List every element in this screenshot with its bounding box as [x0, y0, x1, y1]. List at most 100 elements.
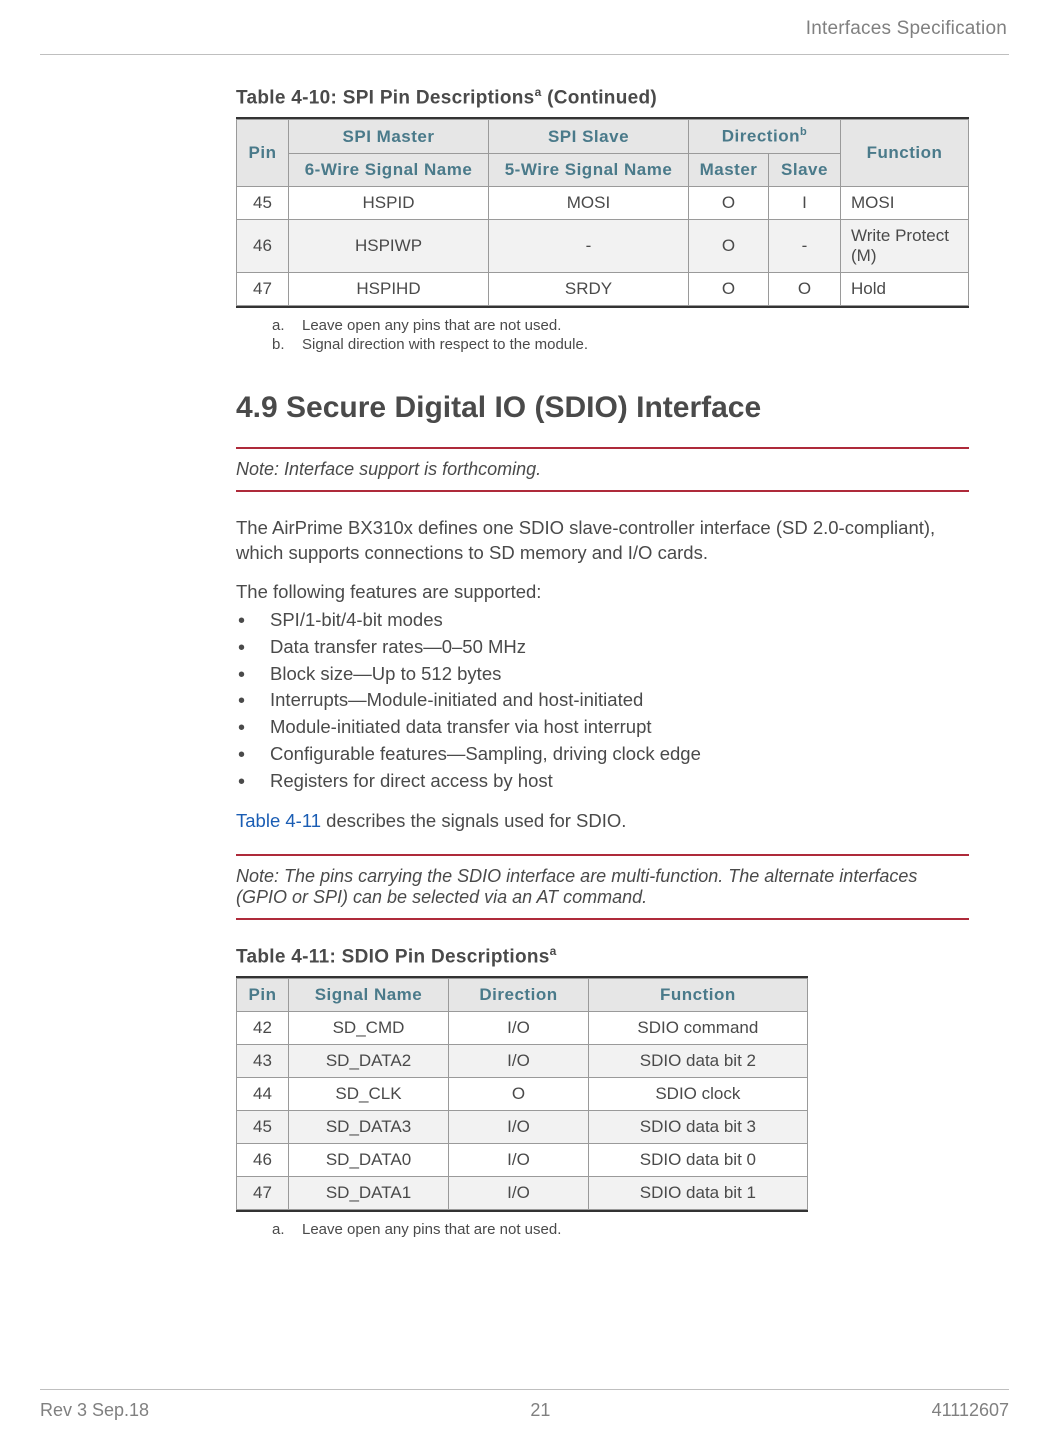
th-direction: Directionb: [689, 120, 841, 154]
cell-dir: I/O: [449, 1176, 589, 1209]
list-item: Block size—Up to 512 bytes: [236, 661, 969, 688]
footer-page-number: 21: [530, 1400, 550, 1421]
cell-master: O: [689, 186, 769, 219]
cell-signal: SD_DATA2: [289, 1044, 449, 1077]
table-row: 45 HSPID MOSI O I MOSI: [237, 186, 969, 219]
caption-suffix: (Continued): [542, 87, 657, 108]
list-item: Interrupts—Module-initiated and host-ini…: [236, 687, 969, 714]
cell-dir: I/O: [449, 1143, 589, 1176]
th-master: Master: [689, 153, 769, 186]
cell-func: SDIO clock: [589, 1077, 808, 1110]
th-function: Function: [589, 978, 808, 1011]
table-row: 46 HSPIWP - O - Write Protect (M): [237, 219, 969, 272]
table-row: 42SD_CMDI/OSDIO command: [237, 1011, 808, 1044]
table-4-11-footnotes: a.Leave open any pins that are not used.: [272, 1220, 969, 1240]
cell-pin: 46: [237, 1143, 289, 1176]
cell-func: Write Protect (M): [841, 219, 969, 272]
cell-dir: I/O: [449, 1110, 589, 1143]
cell-six: HSPIWP: [289, 219, 489, 272]
xref-link-table-4-11[interactable]: Table 4-11: [236, 810, 321, 831]
list-item: Registers for direct access by host: [236, 768, 969, 795]
table-4-11: Pin Signal Name Direction Function 42SD_…: [236, 978, 808, 1210]
cell-func: SDIO data bit 3: [589, 1110, 808, 1143]
xref-paragraph: Table 4-11 describes the signals used fo…: [236, 809, 969, 834]
cell-signal: SD_DATA3: [289, 1110, 449, 1143]
note-text: The pins carrying the SDIO interface are…: [236, 866, 917, 907]
footnote-label: b.: [272, 335, 290, 355]
th-signal: Signal Name: [289, 978, 449, 1011]
list-item: Configurable features—Sampling, driving …: [236, 741, 969, 768]
cell-six: HSPID: [289, 186, 489, 219]
footnote: b. Signal direction with respect to the m…: [272, 335, 969, 355]
table-row: 46SD_DATA0I/OSDIO data bit 0: [237, 1143, 808, 1176]
table-4-10-wrapper: Pin SPI Master SPI Slave Directionb Func…: [236, 117, 969, 308]
cell-master: O: [689, 219, 769, 272]
xref-rest: describes the signals used for SDIO.: [321, 810, 626, 831]
th-spi-master: SPI Master: [289, 120, 489, 154]
header-divider: [40, 54, 1009, 55]
paragraph: The following features are supported:: [236, 580, 969, 605]
table-4-11-caption: Table 4-11: SDIO Pin Descriptionsa: [236, 944, 969, 968]
caption-sup: a: [535, 85, 542, 99]
th-spi-slave: SPI Slave: [489, 120, 689, 154]
table-4-10: Pin SPI Master SPI Slave Directionb Func…: [236, 119, 969, 306]
note-label: Note:: [236, 459, 279, 479]
cell-pin: 45: [237, 186, 289, 219]
caption-prefix: Table 4-11: SDIO Pin Descriptions: [236, 946, 550, 967]
th-6wire: 6-Wire Signal Name: [289, 153, 489, 186]
table-row: 45SD_DATA3I/OSDIO data bit 3: [237, 1110, 808, 1143]
cell-func: SDIO data bit 2: [589, 1044, 808, 1077]
table-4-10-caption: Table 4-10: SPI Pin Descriptionsa (Conti…: [236, 85, 969, 109]
th-function: Function: [841, 120, 969, 187]
cell-pin: 47: [237, 1176, 289, 1209]
table-4-11-wrapper: Pin Signal Name Direction Function 42SD_…: [236, 976, 808, 1212]
cell-func: Hold: [841, 272, 969, 305]
cell-func: SDIO command: [589, 1011, 808, 1044]
list-item: Data transfer rates—0–50 MHz: [236, 634, 969, 661]
cell-slave: I: [769, 186, 841, 219]
cell-six: HSPIHD: [289, 272, 489, 305]
th-slave: Slave: [769, 153, 841, 186]
cell-slave: O: [769, 272, 841, 305]
main-content: Table 4-10: SPI Pin Descriptionsa (Conti…: [236, 85, 969, 1239]
th-5wire: 5-Wire Signal Name: [489, 153, 689, 186]
cell-five: MOSI: [489, 186, 689, 219]
cell-five: SRDY: [489, 272, 689, 305]
cell-master: O: [689, 272, 769, 305]
footnote-text: Leave open any pins that are not used.: [302, 316, 561, 336]
cell-pin: 43: [237, 1044, 289, 1077]
list-item: Module-initiated data transfer via host …: [236, 714, 969, 741]
cell-five: -: [489, 219, 689, 272]
th-direction-text: Direction: [722, 127, 800, 146]
table-row: 44SD_CLKOSDIO clock: [237, 1077, 808, 1110]
footnote-text: Signal direction with respect to the mod…: [302, 335, 588, 355]
footnote-text: Leave open any pins that are not used.: [302, 1220, 561, 1240]
note-label: Note:: [236, 866, 279, 886]
feature-list: SPI/1-bit/4-bit modes Data transfer rate…: [236, 607, 969, 795]
cell-pin: 45: [237, 1110, 289, 1143]
list-item: SPI/1-bit/4-bit modes: [236, 607, 969, 634]
th-pin: Pin: [237, 978, 289, 1011]
page-footer: Rev 3 Sep.18 21 41112607: [40, 1389, 1009, 1421]
note-block-2: Note: The pins carrying the SDIO interfa…: [236, 854, 969, 920]
caption-sup: a: [550, 944, 557, 958]
caption-prefix: Table 4-10: SPI Pin Descriptions: [236, 87, 535, 108]
cell-dir: O: [449, 1077, 589, 1110]
cell-signal: SD_DATA0: [289, 1143, 449, 1176]
table-4-10-footnotes: a. Leave open any pins that are not used.…: [272, 316, 969, 355]
th-direction: Direction: [449, 978, 589, 1011]
note-text: Interface support is forthcoming.: [284, 459, 541, 479]
cell-pin: 47: [237, 272, 289, 305]
running-header: Interfaces Specification: [40, 18, 1009, 40]
footer-left: Rev 3 Sep.18: [40, 1400, 149, 1421]
section-heading-4-9: 4.9 Secure Digital IO (SDIO) Interface: [236, 391, 969, 425]
footnote-label: a.: [272, 316, 290, 336]
th-direction-sup: b: [800, 126, 807, 138]
cell-func: MOSI: [841, 186, 969, 219]
footer-right: 41112607: [932, 1400, 1009, 1421]
cell-pin: 44: [237, 1077, 289, 1110]
th-pin: Pin: [237, 120, 289, 187]
paragraph: The AirPrime BX310x defines one SDIO sla…: [236, 516, 969, 566]
cell-signal: SD_DATA1: [289, 1176, 449, 1209]
note-block-1: Note: Interface support is forthcoming.: [236, 447, 969, 492]
